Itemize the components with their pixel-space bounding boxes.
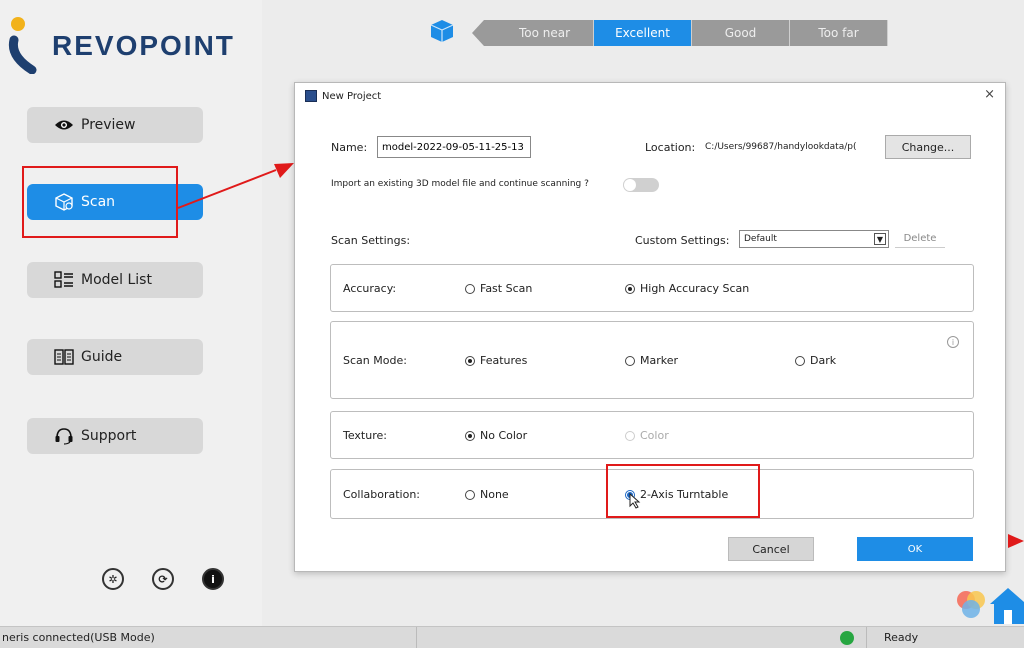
sidebar-item-preview[interactable]: Preview [27, 107, 203, 143]
radio-label: High Accuracy Scan [640, 282, 750, 295]
import-model-toggle[interactable] [623, 178, 659, 192]
ready-status: Ready [884, 631, 919, 644]
radio-dark[interactable]: Dark [795, 354, 836, 367]
radio-label: Fast Scan [480, 282, 533, 295]
annotation-arrow-tip-icon [1008, 534, 1024, 548]
radio-circle-icon [625, 430, 635, 441]
chevron-down-icon: ▼ [874, 233, 886, 245]
headset-icon [53, 427, 75, 445]
home-icon[interactable] [952, 580, 1024, 624]
radio-label: Color [640, 429, 669, 442]
sidebar-item-label: Preview [81, 117, 136, 133]
eye-icon [53, 116, 75, 134]
annotation-arrow-icon [177, 163, 294, 209]
connection-status: neris connected(USB Mode) [2, 631, 155, 644]
scan-highlight-box [22, 166, 178, 238]
distance-indicator: Too near Excellent Good Too far [472, 20, 888, 46]
dialog-title: New Project [322, 90, 382, 102]
radio-circle-icon [625, 283, 635, 294]
delete-settings-button[interactable]: Delete [895, 230, 945, 248]
radio-circle-icon [465, 430, 475, 441]
scan-mode-label: Scan Mode: [343, 354, 407, 367]
logo-text: REVOPOINT [52, 30, 235, 61]
radio-high-accuracy-scan[interactable]: High Accuracy Scan [625, 282, 749, 295]
radio-label: Marker [640, 354, 679, 367]
radio-circle-icon [465, 489, 475, 500]
ok-button[interactable]: OK [857, 537, 973, 561]
radio-label: Features [480, 354, 528, 367]
radio-label: Dark [810, 354, 837, 367]
name-label: Name: [331, 141, 368, 154]
radio-circle-icon [795, 355, 805, 366]
book-icon [53, 348, 75, 366]
distance-segment-excellent: Excellent [594, 20, 692, 46]
logo-mark-icon [8, 17, 37, 75]
radio-circle-icon [625, 355, 635, 366]
sidebar-item-label: Support [81, 428, 137, 444]
accuracy-label: Accuracy: [343, 282, 397, 295]
radio-circle-icon [465, 355, 475, 366]
sidebar-item-model-list[interactable]: Model List [27, 262, 203, 298]
sidebar: REVOPOINT Preview Scan Model List Guide … [0, 0, 262, 626]
accuracy-group: Accuracy: Fast Scan High Accuracy Scan [330, 264, 974, 312]
location-value: C:/Users/99687/handylookdata/p( [705, 142, 857, 152]
radio-none[interactable]: None [465, 488, 509, 501]
texture-group: Texture: No Color Color [330, 411, 974, 459]
distance-cube-icon [428, 18, 456, 44]
new-project-dialog: New Project × Name: Location: C:/Users/9… [294, 82, 1006, 572]
collaboration-label: Collaboration: [343, 488, 421, 501]
custom-settings-label: Custom Settings: [635, 234, 730, 247]
location-label: Location: [645, 141, 696, 154]
arrow-left-icon [472, 20, 496, 46]
sidebar-item-support[interactable]: Support [27, 418, 203, 454]
turntable-highlight-box [606, 464, 760, 518]
mouse-cursor-icon [629, 493, 641, 509]
distance-segment-too-far: Too far [790, 20, 888, 46]
connection-ok-icon [840, 631, 854, 645]
settings-icon[interactable]: ✲ [102, 568, 124, 590]
status-divider [866, 627, 867, 648]
radio-features[interactable]: Features [465, 354, 527, 367]
app-window-icon [305, 90, 317, 102]
status-bar: neris connected(USB Mode) Ready [0, 626, 1024, 648]
change-location-button[interactable]: Change... [885, 135, 971, 159]
radio-label: No Color [480, 429, 528, 442]
scan-mode-group: Scan Mode: Features Marker Dark i [330, 321, 974, 399]
custom-settings-select[interactable]: Default ▼ [739, 230, 889, 248]
radio-circle-icon [465, 283, 475, 294]
info-icon[interactable]: i [947, 336, 959, 348]
radio-no-color[interactable]: No Color [465, 429, 527, 442]
sidebar-bottom-icons: ✲ ⟳ i [102, 568, 232, 592]
close-icon[interactable]: × [984, 87, 995, 102]
project-name-input[interactable] [377, 136, 531, 158]
distance-segment-too-near: Too near [496, 20, 594, 46]
sync-icon[interactable]: ⟳ [152, 568, 174, 590]
info-circle-icon[interactable]: i [202, 568, 224, 590]
radio-color[interactable]: Color [625, 429, 669, 442]
sidebar-item-label: Guide [81, 349, 123, 365]
cancel-button[interactable]: Cancel [728, 537, 814, 561]
radio-label: None [480, 488, 509, 501]
radio-marker[interactable]: Marker [625, 354, 678, 367]
texture-label: Texture: [343, 429, 387, 442]
radio-fast-scan[interactable]: Fast Scan [465, 282, 532, 295]
scan-settings-label: Scan Settings: [331, 234, 411, 247]
distance-segment-good: Good [692, 20, 790, 46]
dialog-titlebar: New Project [295, 83, 1005, 109]
status-divider [416, 627, 417, 648]
custom-settings-value: Default [744, 234, 777, 244]
sidebar-item-label: Model List [81, 272, 152, 288]
sidebar-item-guide[interactable]: Guide [27, 339, 203, 375]
list-icon [53, 271, 75, 289]
import-question-label: Import an existing 3D model file and con… [331, 179, 589, 189]
